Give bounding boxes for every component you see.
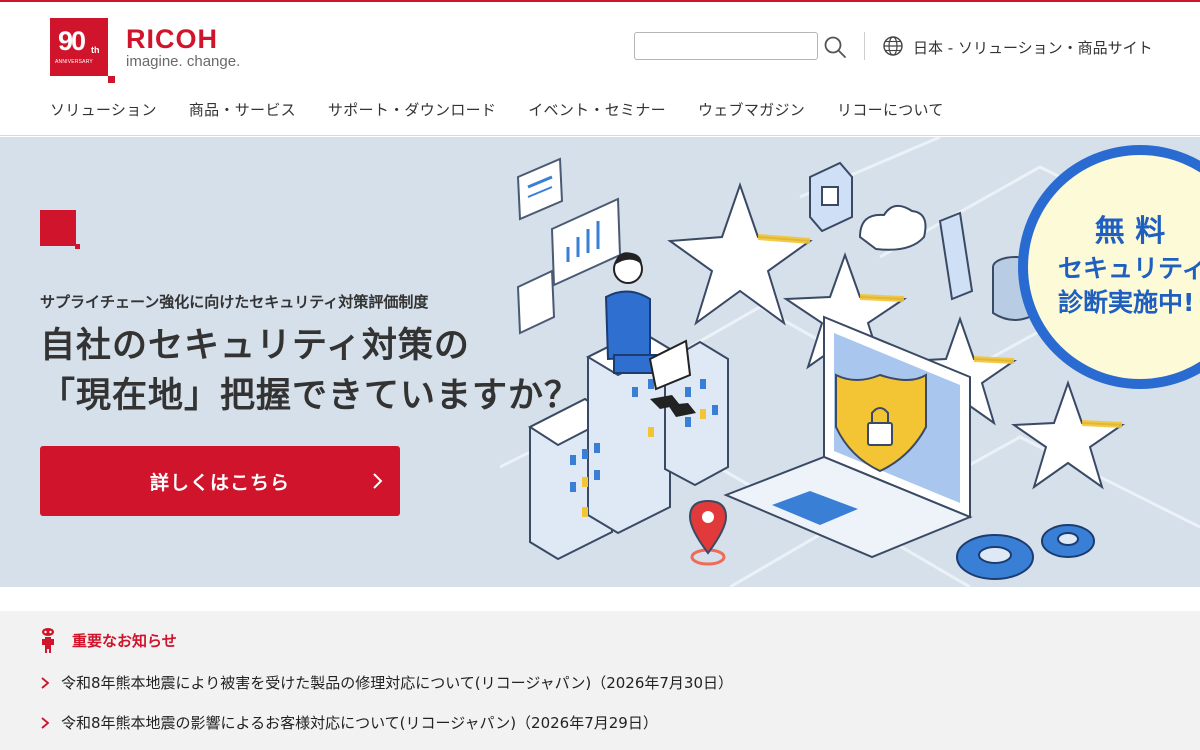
hero-brand-mark-tail [75, 244, 80, 249]
notice-mascot-icon [42, 628, 54, 653]
hero-subtitle: サプライチェーン強化に向けたセキュリティ対策評価制度 [40, 293, 429, 311]
important-notices: 重要なお知らせ 令和8年熊本地震により被害を受けた製品の修理対応について(リコー… [0, 611, 1200, 750]
hero-title-line2: 「現在地」把握できていますか？ [40, 376, 581, 416]
nav-item-solutions[interactable]: ソリューション [50, 99, 157, 120]
chevron-right-icon [373, 473, 383, 489]
search-button[interactable] [822, 34, 848, 60]
globe-icon [883, 36, 903, 56]
chevron-right-icon [41, 717, 50, 729]
main-nav: ソリューション 商品・サービス サポート・ダウンロード イベント・セミナー ウェ… [50, 99, 976, 120]
laptop [723, 315, 973, 559]
badge-line1: 無 料 [1095, 214, 1165, 249]
details-button-label: 詳しくはこちら [149, 472, 290, 494]
anniversary-badge: 90 th ANNIVERSARY [50, 18, 108, 76]
nav-item-about[interactable]: リコーについて [837, 99, 944, 120]
search-input[interactable] [634, 32, 818, 60]
anniversary-word: ANNIVERSARY [55, 59, 93, 65]
brand-tagline: imagine. change. [126, 53, 241, 70]
anniversary-suffix: th [91, 45, 100, 55]
ricoh-logo[interactable]: 90 th ANNIVERSARY RICOH imagine. change. [0, 2, 260, 92]
badge-line3: 診断実施中! [1058, 288, 1194, 317]
free-diagnosis-badge: 無 料 セキュリティ 診断実施中! [1018, 145, 1200, 389]
floating-panels [516, 157, 622, 335]
search-icon [824, 36, 846, 58]
anniversary-number: 90 [58, 26, 86, 56]
nav-item-support[interactable]: サポート・ダウンロード [328, 99, 496, 120]
location-pin-icon [688, 499, 728, 566]
nav-item-events[interactable]: イベント・セミナー [528, 99, 666, 120]
nav-item-web-magazine[interactable]: ウェブマガジン [698, 99, 805, 120]
security-illustration: 無 料 セキュリティ 診断実施中! [500, 137, 1200, 587]
gear-icons [956, 524, 1095, 580]
chevron-right-icon [41, 677, 50, 689]
notices-heading: 重要なお知らせ [72, 632, 177, 650]
brand-name: RICOH [126, 24, 218, 54]
notice-link[interactable]: 令和8年熊本地震の影響によるお客様対応について(リコージャパン)（2026年7月… [61, 712, 658, 733]
site-header: 90 th ANNIVERSARY RICOH imagine. change.… [0, 2, 1200, 136]
header-divider [864, 32, 865, 60]
anniversary-badge-tail [108, 76, 115, 83]
hero-banner[interactable]: サプライチェーン強化に向けたセキュリティ対策評価制度 自社のセキュリティ対策の … [0, 137, 1200, 587]
nav-item-products[interactable]: 商品・サービス [189, 99, 296, 120]
notice-link[interactable]: 令和8年熊本地震により被害を受けた製品の修理対応について(リコージャパン)（20… [61, 672, 733, 693]
badge-line2: セキュリティ [1058, 254, 1200, 283]
hero-brand-mark [40, 210, 76, 246]
details-button[interactable]: 詳しくはこちら [40, 446, 400, 516]
hero-title-line1: 自社のセキュリティ対策の [40, 326, 470, 366]
hero-title: 自社のセキュリティ対策の 「現在地」把握できていますか？ [40, 321, 580, 421]
region-site-link[interactable]: 日本 - ソリューション・商品サイト [913, 37, 1153, 58]
